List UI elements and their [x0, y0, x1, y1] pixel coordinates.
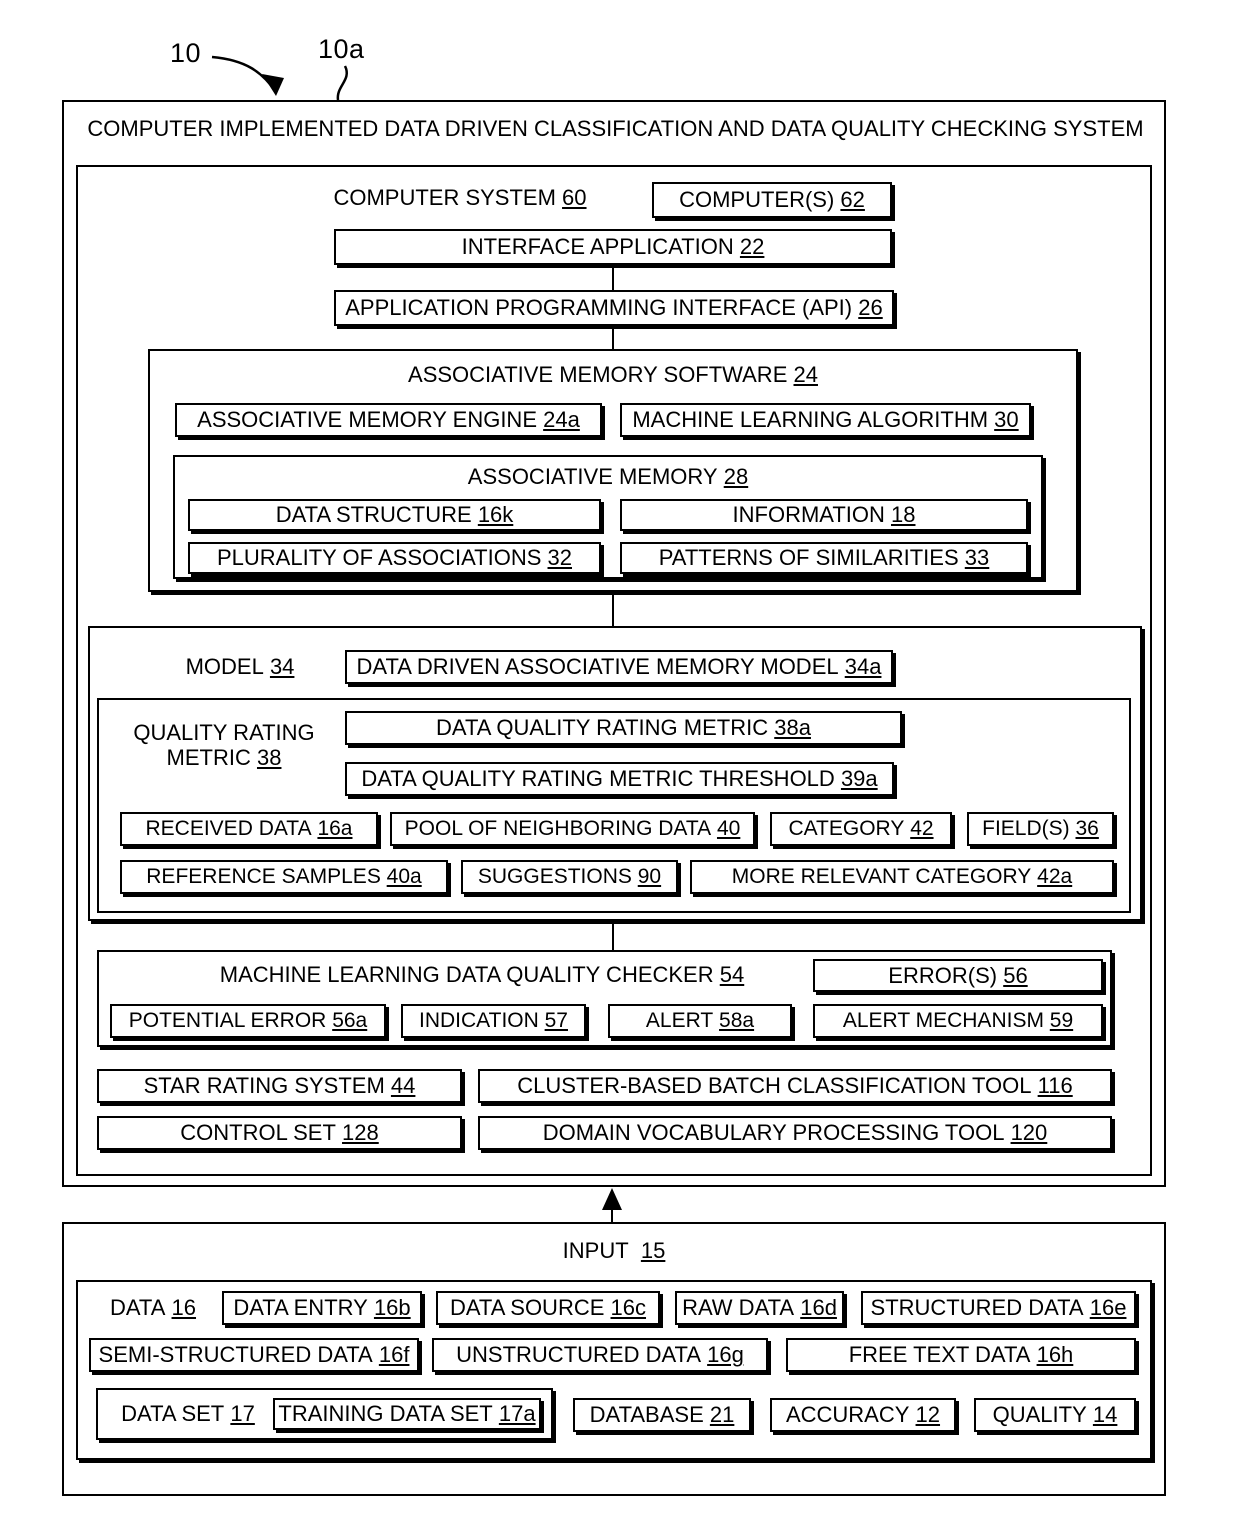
suggestions-box[interactable]: SUGGESTIONS 90 — [461, 860, 678, 894]
input-title: INPUT 15 — [562, 1238, 666, 1264]
associative-memory-title: ASSOCIATIVE MEMORY 28 — [467, 464, 749, 490]
database-box[interactable]: DATABASE 21 — [573, 1398, 751, 1432]
data-entry-box[interactable]: DATA ENTRY 16b — [222, 1291, 422, 1325]
quality-checker-title: MACHINE LEARNING DATA QUALITY CHECKER 54 — [219, 962, 745, 988]
free-text-data-box[interactable]: FREE TEXT DATA 16h — [786, 1338, 1136, 1372]
more-relevant-category-box[interactable]: MORE RELEVANT CATEGORY 42a — [690, 860, 1114, 894]
unstructured-data-box[interactable]: UNSTRUCTURED DATA 16g — [432, 1338, 768, 1372]
accuracy-box[interactable]: ACCURACY 12 — [770, 1398, 956, 1432]
received-data-box[interactable]: RECEIVED DATA 16a — [120, 812, 378, 846]
connector-interface-to-api — [612, 265, 614, 290]
data-quality-rating-metric-box[interactable]: DATA QUALITY RATING METRIC 38a — [345, 711, 902, 745]
control-set-box[interactable]: CONTROL SET 128 — [97, 1116, 462, 1150]
patterns-of-similarities-box[interactable]: PATTERNS OF SIMILARITIES 33 — [620, 542, 1028, 574]
computer-system-label: COMPUTER SYSTEM 60 — [333, 185, 587, 211]
associative-memory-engine-box[interactable]: ASSOCIATIVE MEMORY ENGINE 24a — [175, 403, 602, 437]
associative-memory-software-title: ASSOCIATIVE MEMORY SOFTWARE 24 — [408, 362, 818, 388]
pool-of-neighboring-data-box[interactable]: POOL OF NEIGHBORING DATA 40 — [390, 812, 755, 846]
model-label: MODEL 34 — [185, 654, 295, 680]
plurality-of-associations-box[interactable]: PLURALITY OF ASSOCIATIONS 32 — [188, 542, 601, 574]
leader-squiggle-10a — [336, 65, 348, 101]
semi-structured-data-box[interactable]: SEMI-STRUCTURED DATA 16f — [89, 1338, 419, 1372]
connector-software-to-model — [612, 592, 614, 626]
data-driven-associative-memory-model-box[interactable]: DATA DRIVEN ASSOCIATIVE MEMORY MODEL 34a — [345, 650, 893, 684]
data-source-box[interactable]: DATA SOURCE 16c — [436, 1291, 660, 1325]
computers-box[interactable]: COMPUTER(S) 62 — [652, 182, 892, 218]
quality-rating-metric-label-line2: METRIC 38 — [166, 745, 282, 770]
lead-label-10: 10 — [170, 38, 202, 68]
cluster-based-batch-classification-tool-box[interactable]: CLUSTER-BASED BATCH CLASSIFICATION TOOL … — [478, 1069, 1112, 1103]
potential-error-box[interactable]: POTENTIAL ERROR 56a — [110, 1004, 386, 1038]
machine-learning-algorithm-box[interactable]: MACHINE LEARNING ALGORITHM 30 — [620, 403, 1031, 437]
connector-input-to-system-arrowhead — [602, 1188, 622, 1210]
data-quality-rating-metric-threshold-box[interactable]: DATA QUALITY RATING METRIC THRESHOLD 39a — [345, 762, 894, 796]
star-rating-system-box[interactable]: STAR RATING SYSTEM 44 — [97, 1069, 462, 1103]
leader-arrowhead-10 — [262, 74, 284, 96]
lead-label-10a: 10a — [318, 34, 365, 64]
api-box[interactable]: APPLICATION PROGRAMMING INTERFACE (API) … — [334, 290, 894, 326]
errors-box[interactable]: ERROR(S) 56 — [813, 959, 1103, 992]
leader-arrow-10 — [211, 55, 278, 93]
interface-application-box[interactable]: INTERFACE APPLICATION 22 — [334, 229, 892, 265]
data-set-label: DATA SET 17 — [121, 1401, 255, 1427]
structured-data-box[interactable]: STRUCTURED DATA 16e — [861, 1291, 1136, 1325]
data-label: DATA 16 — [109, 1295, 197, 1321]
quality-rating-metric-label: QUALITY RATING METRIC 38 — [133, 719, 315, 770]
training-data-set-box[interactable]: TRAINING DATA SET 17a — [273, 1398, 541, 1430]
connector-model-to-quality-checker — [612, 921, 614, 950]
alert-mechanism-box[interactable]: ALERT MECHANISM 59 — [813, 1004, 1103, 1038]
page-title: COMPUTER IMPLEMENTED DATA DRIVEN CLASSIF… — [87, 116, 1144, 142]
category-box[interactable]: CATEGORY 42 — [770, 812, 952, 846]
patent-figure: 10 10a COMPUTER IMPLEMENTED DATA DRIVEN … — [0, 0, 1240, 1528]
quality-box[interactable]: QUALITY 14 — [974, 1398, 1136, 1432]
alert-box[interactable]: ALERT 58a — [608, 1004, 792, 1038]
reference-samples-box[interactable]: REFERENCE SAMPLES 40a — [120, 860, 448, 894]
indication-box[interactable]: INDICATION 57 — [401, 1004, 586, 1038]
domain-vocabulary-processing-tool-box[interactable]: DOMAIN VOCABULARY PROCESSING TOOL 120 — [478, 1116, 1112, 1150]
fields-box[interactable]: FIELD(S) 36 — [967, 812, 1114, 846]
data-structure-box[interactable]: DATA STRUCTURE 16k — [188, 499, 601, 531]
connector-api-to-associative-memory-software — [612, 326, 614, 349]
information-box[interactable]: INFORMATION 18 — [620, 499, 1028, 531]
raw-data-box[interactable]: RAW DATA 16d — [675, 1291, 844, 1325]
